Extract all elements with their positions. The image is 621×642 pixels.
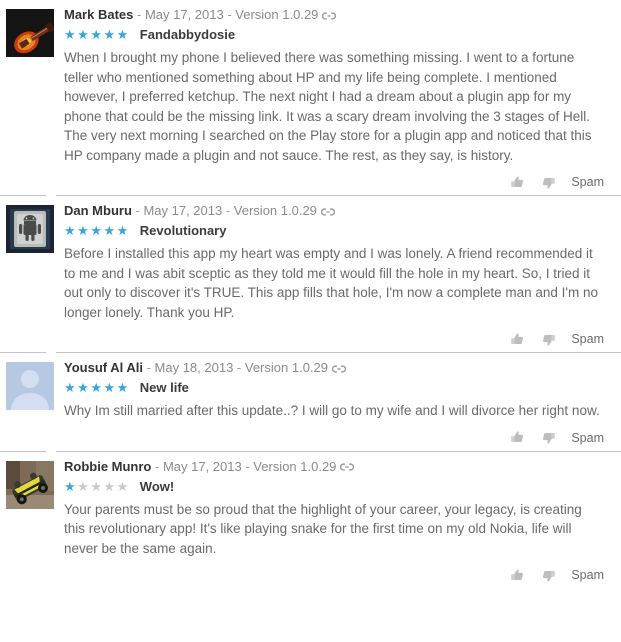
review-body: Dan Mburu - May 17, 2013 - Version 1.0.2… bbox=[54, 196, 621, 322]
review-body: Mark Bates - May 17, 2013 - Version 1.0.… bbox=[54, 0, 621, 165]
review-author: Yousuf Al Ali bbox=[64, 360, 143, 375]
review-text: When I brought my phone I believed there… bbox=[64, 50, 592, 163]
avatar-column bbox=[6, 460, 54, 509]
review-actions: Spam bbox=[0, 322, 621, 352]
thumbs-down-icon[interactable] bbox=[540, 174, 557, 191]
android-robot-avatar[interactable] bbox=[6, 205, 54, 253]
star-rating: ★★★★★ bbox=[64, 27, 130, 42]
avatar-column bbox=[6, 205, 54, 253]
review-date: May 17, 2013 bbox=[162, 458, 242, 474]
meta-separator-2: - bbox=[241, 458, 254, 474]
thumbs-up-icon[interactable] bbox=[509, 429, 526, 446]
review-body: Robbie Munro - May 17, 2013 - Version 1.… bbox=[54, 452, 621, 559]
spam-link[interactable]: Spam bbox=[571, 568, 604, 582]
review-version: Version 1.0.29 bbox=[253, 458, 337, 474]
review-date: May 17, 2013 bbox=[144, 7, 224, 22]
review-meta: Yousuf Al Ali - May 18, 2013 - Version 1… bbox=[64, 358, 605, 377]
review-version: Version 1.0.29 bbox=[244, 360, 328, 375]
meta-separator-1: - bbox=[151, 458, 163, 474]
thumbs-up-icon[interactable] bbox=[509, 331, 526, 348]
review-item: Robbie Munro - May 17, 2013 - Version 1.… bbox=[0, 452, 621, 589]
review-item: Yousuf Al Ali - May 18, 2013 - Version 1… bbox=[0, 353, 621, 451]
review-version: Version 1.0.29 bbox=[235, 7, 319, 22]
default-person-avatar[interactable] bbox=[6, 362, 54, 410]
review-author: Mark Bates bbox=[64, 7, 134, 22]
avatar-column bbox=[6, 362, 54, 410]
meta-separator-1: - bbox=[142, 360, 155, 375]
review-date: May 18, 2013 bbox=[154, 360, 234, 375]
thumbs-down-icon[interactable] bbox=[540, 331, 557, 348]
meta-separator-1: - bbox=[131, 203, 144, 218]
review-meta: Robbie Munro - May 17, 2013 - Version 1.… bbox=[64, 457, 605, 476]
review-text: Your parents must be so proud that the h… bbox=[64, 501, 582, 556]
car-photo-avatar[interactable] bbox=[6, 460, 54, 509]
meta-separator-1: - bbox=[133, 7, 145, 22]
review-title: Revolutionary bbox=[139, 223, 227, 238]
reviews-list: Mark Bates - May 17, 2013 - Version 1.0.… bbox=[0, 0, 621, 588]
link-icon[interactable] bbox=[340, 462, 355, 472]
review-item: Mark Bates - May 17, 2013 - Version 1.0.… bbox=[0, 0, 621, 195]
review-item: Dan Mburu - May 17, 2013 - Version 1.0.2… bbox=[0, 196, 621, 352]
review-title: Fandabbydosie bbox=[139, 27, 236, 42]
guitar-photo-avatar[interactable] bbox=[6, 9, 54, 57]
review-author: Robbie Munro bbox=[64, 458, 152, 474]
review-actions: Spam bbox=[0, 558, 621, 588]
link-icon[interactable] bbox=[332, 364, 346, 374]
spam-link[interactable]: Spam bbox=[571, 175, 604, 189]
meta-separator-2: - bbox=[222, 203, 234, 218]
meta-separator-2: - bbox=[223, 7, 236, 22]
rating-line: ★★★★★ Revolutionary bbox=[64, 222, 605, 240]
review-title: Wow! bbox=[139, 478, 175, 494]
review-meta: Mark Bates - May 17, 2013 - Version 1.0.… bbox=[64, 5, 605, 24]
review-text: Why Im still married after this update..… bbox=[64, 403, 600, 418]
rating-line: ★★★★★ New life bbox=[64, 379, 605, 397]
review-date: May 17, 2013 bbox=[143, 203, 223, 218]
rating-line: ★★★★★ Wow! bbox=[64, 478, 605, 496]
thumbs-up-icon[interactable] bbox=[509, 174, 526, 191]
spam-link[interactable]: Spam bbox=[571, 332, 604, 346]
thumbs-down-icon[interactable] bbox=[540, 429, 557, 446]
thumbs-up-icon[interactable] bbox=[509, 567, 526, 584]
review-author: Dan Mburu bbox=[64, 203, 132, 218]
review-actions: Spam bbox=[0, 421, 621, 451]
spam-link[interactable]: Spam bbox=[571, 431, 604, 445]
review-meta: Dan Mburu - May 17, 2013 - Version 1.0.2… bbox=[64, 201, 605, 220]
thumbs-down-icon[interactable] bbox=[540, 567, 557, 584]
star-rating: ★★★★★ bbox=[64, 223, 130, 238]
review-text: Before I installed this app my heart was… bbox=[64, 246, 598, 320]
review-title: New life bbox=[139, 380, 189, 395]
meta-separator-2: - bbox=[233, 360, 245, 375]
star-rating: ★★★★★ bbox=[64, 478, 130, 494]
link-icon[interactable] bbox=[322, 11, 337, 21]
star-rating: ★★★★★ bbox=[64, 380, 130, 395]
avatar-column bbox=[6, 9, 54, 57]
review-body: Yousuf Al Ali - May 18, 2013 - Version 1… bbox=[54, 353, 621, 421]
review-actions: Spam bbox=[0, 165, 621, 195]
rating-line: ★★★★★ Fandabbydosie bbox=[64, 26, 605, 44]
link-icon[interactable] bbox=[320, 207, 335, 217]
review-version: Version 1.0.29 bbox=[233, 203, 317, 218]
